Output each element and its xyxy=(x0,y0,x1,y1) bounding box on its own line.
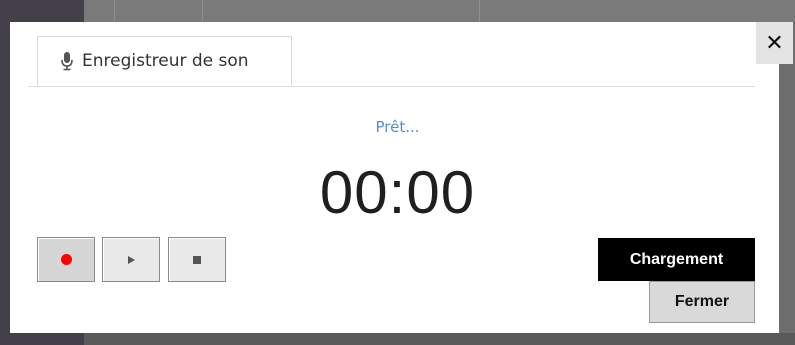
stop-icon xyxy=(193,255,201,264)
upload-button[interactable]: Chargement xyxy=(598,238,755,281)
background-footer xyxy=(84,333,795,345)
background-table-header xyxy=(84,0,795,22)
recording-timer: 00:00 xyxy=(319,159,476,226)
stop-button[interactable] xyxy=(168,237,226,282)
recorder-status: Prêt... xyxy=(375,118,420,136)
play-icon xyxy=(127,255,135,264)
tab-label: Enregistreur de son xyxy=(82,51,249,71)
microphone-icon xyxy=(60,51,74,71)
background-column-divider xyxy=(114,0,115,22)
record-icon xyxy=(60,254,72,265)
record-button[interactable] xyxy=(37,237,95,282)
close-glyph: ✕ xyxy=(765,30,784,56)
tab-sound-recorder[interactable]: Enregistreur de son xyxy=(37,36,292,86)
close-icon[interactable]: ✕ xyxy=(756,22,793,64)
close-button[interactable]: Fermer xyxy=(649,281,755,323)
background-column-divider xyxy=(202,0,203,22)
play-button[interactable] xyxy=(102,237,160,282)
background-column-divider xyxy=(479,0,480,22)
